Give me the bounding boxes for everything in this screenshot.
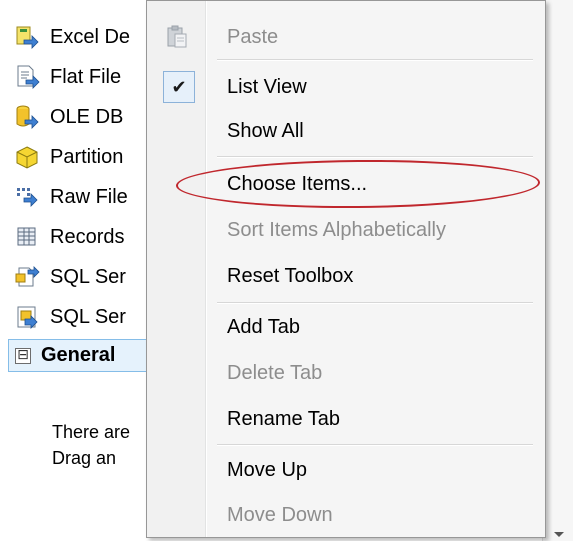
toolbox-item-label: Partition — [50, 145, 124, 168]
flat-file-icon — [14, 64, 40, 90]
toolbox-item-excel-destination[interactable]: Excel De — [14, 22, 130, 52]
menu-item-label: Move Down — [227, 503, 333, 526]
collapse-icon[interactable]: ⊟ — [15, 347, 31, 364]
toolbox-item-label: SQL Ser — [50, 265, 126, 288]
sql-server-icon — [14, 264, 40, 290]
toolbox-item-recordset[interactable]: Records — [14, 222, 124, 252]
menu-item-label: Move Up — [227, 458, 308, 481]
empty-group-message-line1: There are — [52, 422, 131, 442]
empty-group-message-line2: Drag an — [52, 448, 117, 468]
toolbox-item-ole-db[interactable]: OLE DB — [14, 102, 123, 132]
toolbox-item-partition[interactable]: Partition — [14, 142, 123, 172]
menu-item-add-tab[interactable]: Add Tab — [147, 305, 545, 349]
toolbox-item-label: OLE DB — [50, 105, 124, 128]
menu-item-sort-items-alphabetically[interactable]: Sort Items Alphabetically — [147, 208, 545, 252]
menu-separator — [217, 156, 533, 158]
menu-item-reset-toolbox[interactable]: Reset Toolbox — [147, 254, 545, 298]
toolbox-item-label: Records — [50, 225, 125, 248]
menu-separator — [217, 444, 533, 446]
toolbox-item-label: Raw File — [50, 185, 128, 208]
menu-item-show-all[interactable]: Show All — [147, 109, 545, 153]
toolbox-item-raw-file[interactable]: Raw File — [14, 182, 128, 212]
checkmark-icon: ✔ — [163, 71, 195, 103]
toolbox-scrollbar[interactable] — [542, 0, 573, 541]
paste-icon — [164, 24, 190, 50]
menu-item-label: Paste — [227, 25, 279, 48]
menu-item-label: Rename Tab — [227, 407, 341, 430]
scroll-down-arrow-icon[interactable] — [554, 532, 564, 537]
raw-file-icon — [14, 184, 40, 210]
menu-item-rename-tab[interactable]: Rename Tab — [147, 397, 545, 441]
menu-separator — [217, 59, 533, 61]
menu-item-label: Show All — [227, 119, 304, 142]
menu-item-label: List View — [227, 75, 307, 98]
menu-item-label: Delete Tab — [227, 361, 323, 384]
toolbox-item-label: SQL Ser — [50, 305, 126, 328]
toolbox-item-label: Flat File — [50, 65, 122, 88]
toolbox-item-sql-server-compact[interactable]: SQL Ser — [14, 302, 126, 332]
sql-server-compact-icon — [14, 304, 40, 330]
menu-separator — [217, 302, 533, 304]
menu-item-delete-tab[interactable]: Delete Tab — [147, 351, 545, 395]
context-menu: Paste ✔ List View Show All Choose Items.… — [146, 0, 546, 538]
menu-item-move-down[interactable]: Move Down — [147, 493, 545, 537]
excel-destination-icon — [14, 24, 40, 50]
menu-item-list-view[interactable]: ✔ List View — [147, 65, 545, 109]
menu-item-label: Reset Toolbox — [227, 264, 354, 287]
ole-db-icon — [14, 104, 40, 130]
menu-item-move-up[interactable]: Move Up — [147, 448, 545, 492]
menu-item-label: Add Tab — [227, 315, 301, 338]
recordset-icon — [14, 224, 40, 250]
menu-item-paste[interactable]: Paste — [147, 15, 545, 59]
toolbox-item-sql-server-destination[interactable]: SQL Ser — [14, 262, 126, 292]
toolbox-item-label: Excel De — [50, 25, 131, 48]
partition-icon — [14, 144, 40, 170]
group-title: General — [41, 344, 116, 366]
menu-item-label: Sort Items Alphabetically — [227, 218, 446, 241]
toolbox-item-flat-file[interactable]: Flat File — [14, 62, 121, 92]
